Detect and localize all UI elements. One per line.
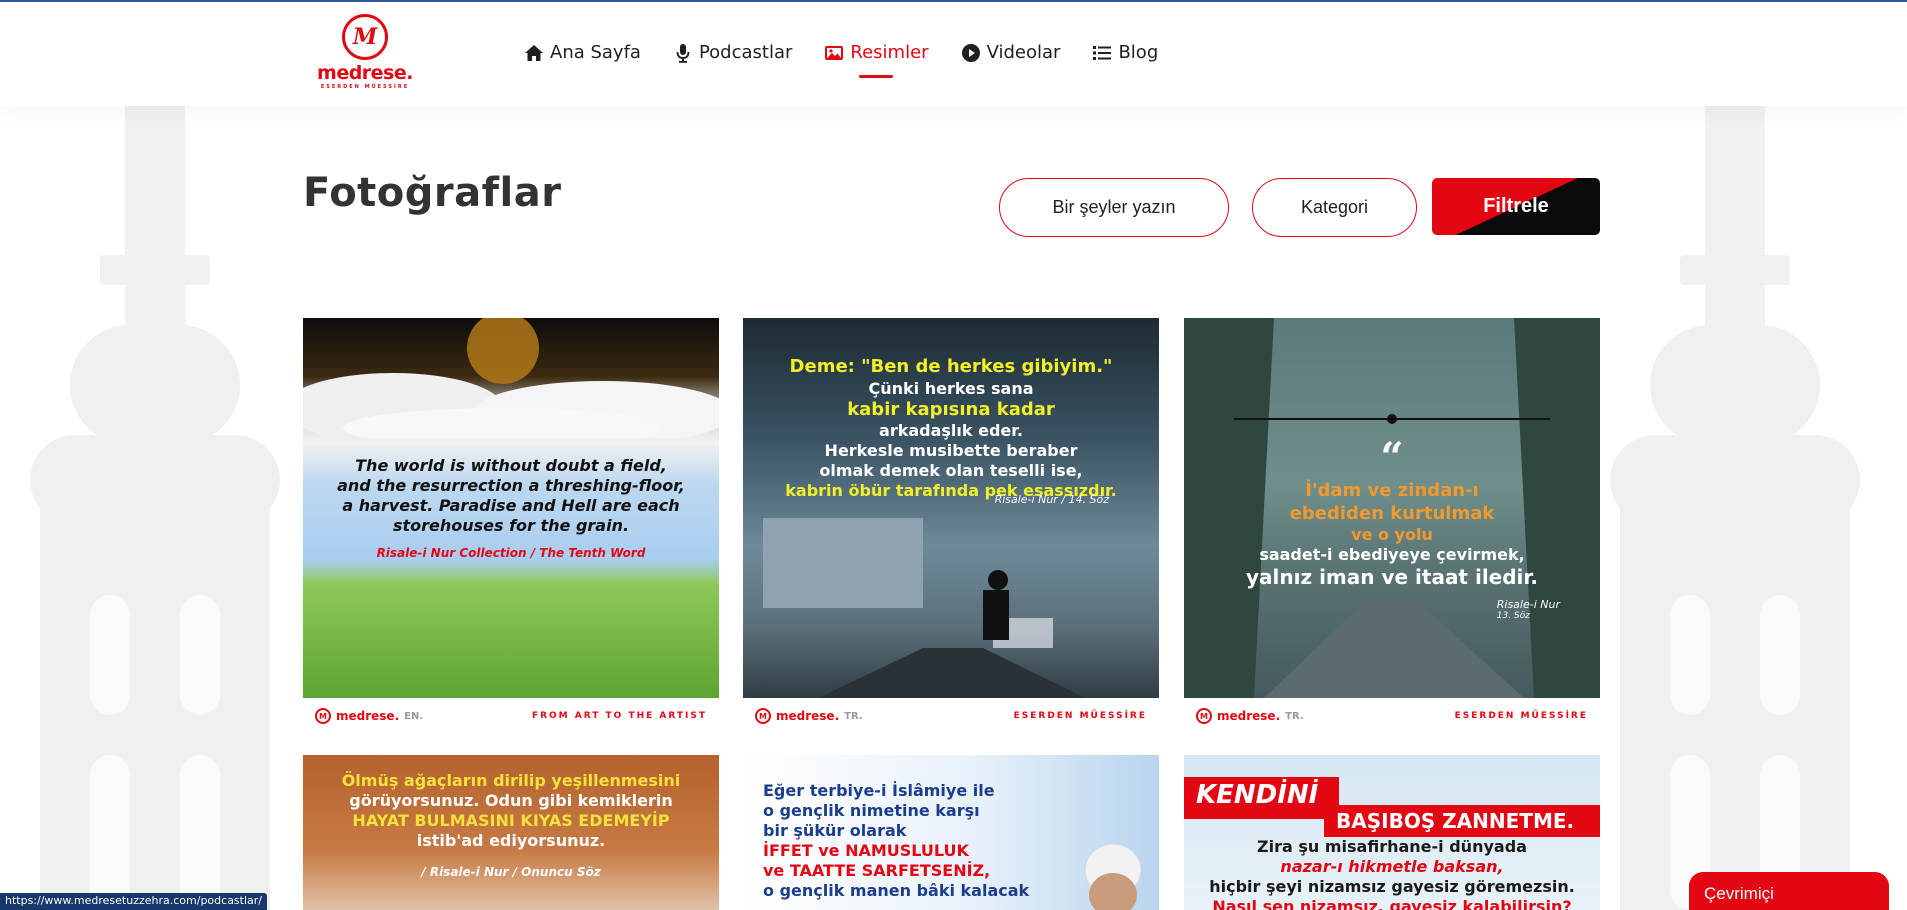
card-source: Risale-i Nur Collection / The Tenth Word <box>376 546 646 560</box>
category-dropdown[interactable]: Kategori <box>1252 178 1417 237</box>
nav-videos[interactable]: Videolar <box>961 42 1061 63</box>
card-subheading: BAŞIBOŞ ZANNETME. <box>1324 805 1600 837</box>
quote-mark-icon: “ <box>1380 434 1404 481</box>
home-icon <box>525 44 543 61</box>
gallery-card[interactable]: The world is without doubt a field, and … <box>303 318 719 734</box>
nav-home-label: Ana Sayfa <box>550 42 641 63</box>
card-brand: Mmedrese. EN. <box>315 708 423 724</box>
gallery-card[interactable]: Eğer terbiye-i İslâmiye ile o gençlik ni… <box>743 755 1159 910</box>
gallery-card[interactable]: “ İ'dam ve zindan-ı ebediden kurtulmak v… <box>1184 318 1600 734</box>
card-artwork <box>1084 843 1142 910</box>
nav-blog-label: Blog <box>1118 42 1159 63</box>
card-source: Risale-i Nur / 14. Söz <box>994 493 1109 506</box>
card-footer: Mmedrese. TR. ESERDEN MÜESSİRE <box>1184 698 1600 734</box>
card-quote: Ölmüş ağaçların dirilip yeşillenmesini g… <box>341 771 681 850</box>
card-quote: Zira şu misafirhane-i dünyada nazar-ı hi… <box>1209 837 1575 910</box>
card-footer: Mmedrese. TR. ESERDEN MÜESSİRE <box>743 698 1159 734</box>
gallery-card[interactable]: Deme: "Ben de herkes gibiyim." Çünki her… <box>743 318 1159 734</box>
microphone-icon <box>676 43 690 63</box>
minaret-silhouette-left <box>30 105 280 910</box>
card-heading: KENDİNİ <box>1184 777 1339 819</box>
card-brand: Mmedrese. TR. <box>755 708 863 724</box>
card-source: Risale-i Nur 13. Söz <box>1496 598 1560 621</box>
nav-blog[interactable]: Blog <box>1092 42 1158 63</box>
brand-logo-icon: M <box>1196 708 1212 724</box>
brand-logo-icon: M <box>315 708 331 724</box>
play-icon <box>961 43 980 62</box>
nav-images[interactable]: Resimler <box>824 42 929 78</box>
card-quote: Eğer terbiye-i İslâmiye ile o gençlik ni… <box>763 781 1030 900</box>
card-quote: İ'dam ve zindan-ı ebediden kurtulmak ve … <box>1245 480 1539 589</box>
page-title: Fotoğraflar <box>303 170 562 216</box>
card-slogan: FROM ART TO THE ARTIST <box>531 711 707 721</box>
logo-mark-icon: M <box>342 14 388 60</box>
gallery-card[interactable]: Ölmüş ağaçların dirilip yeşillenmesini g… <box>303 755 719 910</box>
chat-online-button[interactable]: Çevrimiçi <box>1689 872 1889 910</box>
filter-button[interactable]: Filtrele <box>1432 178 1600 235</box>
brand-logo-icon: M <box>755 708 771 724</box>
card-slogan: ESERDEN MÜESSİRE <box>1013 711 1147 721</box>
card-brand: Mmedrese. TR. <box>1196 708 1304 724</box>
card-footer: Mmedrese. EN. FROM ART TO THE ARTIST <box>303 698 719 734</box>
image-icon <box>825 45 844 60</box>
card-slogan: ESERDEN MÜESSİRE <box>1454 711 1588 721</box>
card-source: / Risale-i Nur / Onuncu Söz <box>421 865 601 879</box>
search-input[interactable] <box>999 178 1229 237</box>
gallery-card[interactable]: KENDİNİ BAŞIBOŞ ZANNETME. Zira şu misafi… <box>1184 755 1600 910</box>
main-nav: Ana Sayfa Podcastlar Resimler Videolar B… <box>524 42 1158 78</box>
card-artwork <box>303 318 719 438</box>
nav-podcasts[interactable]: Podcastlar <box>673 42 792 63</box>
list-icon <box>1093 45 1112 60</box>
nav-videos-label: Videolar <box>986 42 1061 63</box>
status-bar-url: https://www.medresetuzzehra.com/podcastl… <box>0 893 268 910</box>
nav-podcasts-label: Podcastlar <box>698 42 793 63</box>
site-logo[interactable]: M medrese. ESERDEN MÜESSİRE <box>310 14 420 94</box>
logo-text: medrese. <box>317 62 413 84</box>
card-quote: Deme: "Ben de herkes gibiyim." Çünki her… <box>785 356 1117 500</box>
nav-images-label: Resimler <box>850 42 929 63</box>
card-quote: The world is without doubt a field, and … <box>337 456 685 535</box>
nav-home[interactable]: Ana Sayfa <box>524 42 641 63</box>
site-header: M medrese. ESERDEN MÜESSİRE Ana Sayfa Po… <box>0 2 1907 106</box>
logo-tagline: ESERDEN MÜESSİRE <box>320 84 410 90</box>
minaret-silhouette-right <box>1610 105 1860 910</box>
